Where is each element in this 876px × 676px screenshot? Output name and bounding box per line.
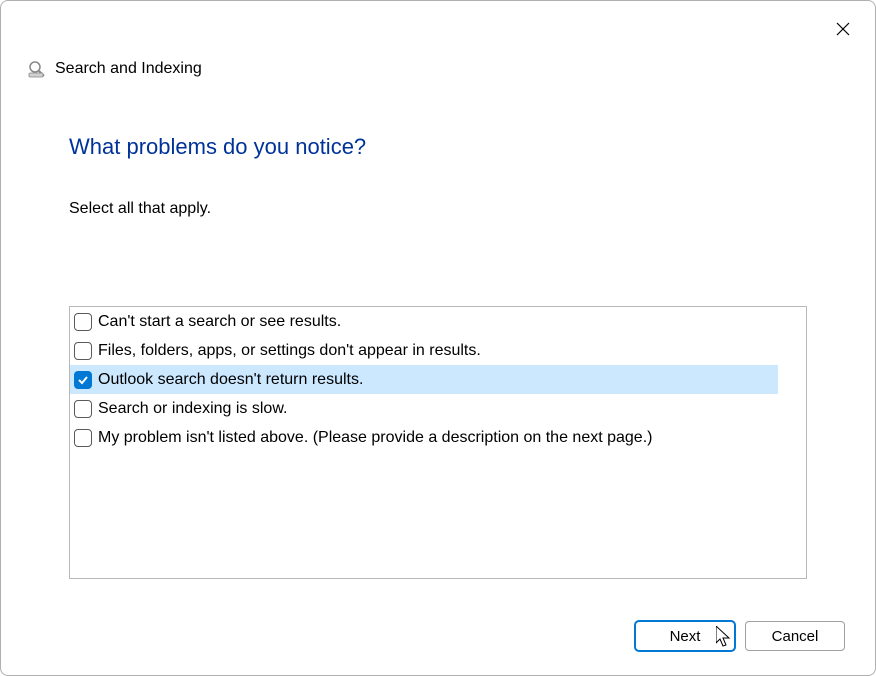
option-row[interactable]: Files, folders, apps, or settings don't … bbox=[70, 336, 778, 365]
instruction-text: Select all that apply. bbox=[69, 200, 807, 218]
checkbox[interactable] bbox=[74, 400, 92, 418]
content-area: What problems do you notice? Select all … bbox=[1, 79, 875, 621]
checkbox[interactable] bbox=[74, 342, 92, 360]
scrollbar[interactable] bbox=[778, 307, 806, 578]
next-button[interactable]: Next bbox=[635, 621, 735, 651]
option-label: Outlook search doesn't return results. bbox=[98, 371, 363, 389]
close-icon bbox=[836, 22, 850, 36]
search-indexing-icon bbox=[27, 59, 47, 79]
option-label: Search or indexing is slow. bbox=[98, 400, 287, 418]
option-label: My problem isn't listed above. (Please p… bbox=[98, 429, 652, 447]
option-label: Files, folders, apps, or settings don't … bbox=[98, 342, 481, 360]
options-list: Can't start a search or see results. Fil… bbox=[69, 306, 807, 579]
cancel-button[interactable]: Cancel bbox=[745, 621, 845, 651]
question-heading: What problems do you notice? bbox=[69, 134, 807, 160]
option-label: Can't start a search or see results. bbox=[98, 313, 341, 331]
checkbox[interactable] bbox=[74, 313, 92, 331]
troubleshooter-window: Search and Indexing What problems do you… bbox=[0, 0, 876, 676]
header-title: Search and Indexing bbox=[55, 60, 202, 78]
header: Search and Indexing bbox=[1, 1, 875, 79]
option-row[interactable]: Search or indexing is slow. bbox=[70, 394, 778, 423]
checkbox[interactable] bbox=[74, 371, 92, 389]
footer: Next Cancel bbox=[1, 621, 875, 675]
options-inner: Can't start a search or see results. Fil… bbox=[70, 307, 778, 578]
option-row[interactable]: My problem isn't listed above. (Please p… bbox=[70, 423, 778, 452]
option-row[interactable]: Can't start a search or see results. bbox=[70, 307, 778, 336]
option-row[interactable]: Outlook search doesn't return results. bbox=[70, 365, 778, 394]
checkbox[interactable] bbox=[74, 429, 92, 447]
close-button[interactable] bbox=[829, 15, 857, 43]
